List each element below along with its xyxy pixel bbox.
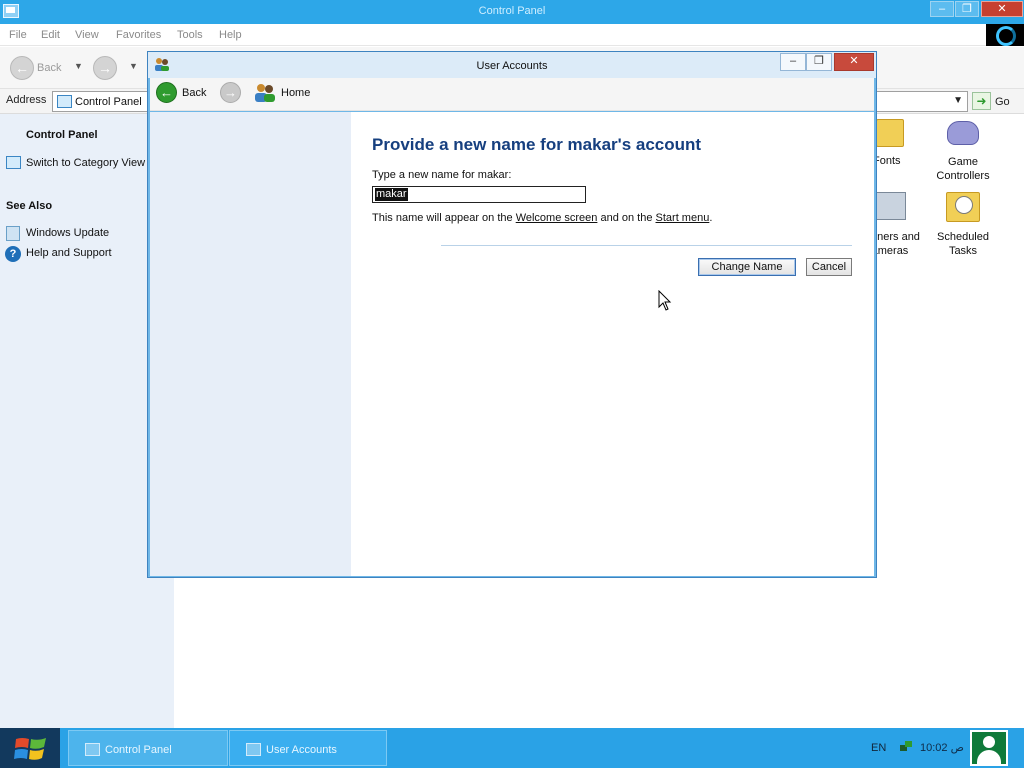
windows-update-icon: [6, 226, 20, 241]
user-accounts-title: User Accounts: [476, 60, 548, 72]
game-controllers-item-label[interactable]: Game Controllers: [928, 155, 998, 183]
home-button-label[interactable]: Home: [281, 87, 310, 99]
taskbar: Control Panel User Accounts EN 10:02 ص: [0, 728, 1024, 768]
close-button[interactable]: ✕: [981, 1, 1023, 17]
user-accounts-side-pane: [150, 112, 351, 576]
note-text: This name will appear on the: [372, 212, 516, 224]
windows-logo-icon: [14, 738, 46, 760]
network-icon[interactable]: [899, 739, 913, 753]
user-accounts-icon: [246, 743, 261, 756]
control-panel-icon: [6, 156, 21, 169]
name-usage-note: This name will appear on the Welcome scr…: [372, 212, 712, 224]
windows-update-link[interactable]: Windows Update: [26, 227, 109, 239]
control-panel-title: Control Panel: [478, 5, 546, 17]
fonts-item-label[interactable]: Fonts: [873, 155, 901, 167]
taskbar-item-label: Control Panel: [105, 744, 172, 756]
control-panel-icon: [85, 743, 100, 756]
see-also-title: See Also: [6, 200, 53, 212]
taskbar-control-panel[interactable]: Control Panel: [68, 730, 228, 766]
help-and-support-link[interactable]: Help and Support: [26, 247, 112, 259]
menu-bar: File Edit View Favorites Tools Help: [0, 24, 1024, 46]
page-title: Provide a new name for makar's account: [372, 135, 702, 154]
note-text: and on the: [597, 212, 656, 224]
control-panel-titlebar[interactable]: Control Panel – ❐ ✕: [0, 0, 1024, 24]
change-name-button[interactable]: Change Name: [698, 258, 796, 276]
chevron-down-icon[interactable]: ▼: [74, 61, 83, 71]
back-arrow-icon[interactable]: ←: [156, 82, 177, 103]
scheduled-tasks-icon[interactable]: [946, 192, 980, 222]
new-name-input[interactable]: [372, 186, 586, 203]
user-accounts-content: Provide a new name for makar's account T…: [351, 112, 874, 576]
close-button[interactable]: ✕: [834, 53, 874, 71]
minimize-button[interactable]: –: [780, 53, 806, 71]
help-icon: ?: [5, 246, 21, 262]
menu-file[interactable]: File: [9, 29, 27, 41]
start-menu-link[interactable]: Start menu: [656, 212, 710, 224]
go-arrow-icon[interactable]: ➜: [972, 92, 991, 110]
taskbar-user-accounts[interactable]: User Accounts: [229, 730, 387, 766]
language-indicator[interactable]: EN: [871, 742, 886, 754]
clock[interactable]: 10:02 ص: [920, 741, 964, 754]
forward-arrow-icon[interactable]: →: [220, 82, 241, 103]
menu-edit[interactable]: Edit: [41, 29, 60, 41]
mouse-cursor-icon: [658, 290, 672, 311]
switch-to-category-view-link[interactable]: Switch to Category View: [26, 157, 145, 169]
address-label: Address: [6, 94, 47, 106]
new-name-prompt: Type a new name for makar:: [372, 169, 512, 181]
scheduled-tasks-item-label[interactable]: Scheduled Tasks: [928, 230, 998, 258]
menu-help[interactable]: Help: [219, 29, 242, 41]
menu-view[interactable]: View: [75, 29, 99, 41]
user-avatar[interactable]: [970, 730, 1008, 766]
game-controller-icon[interactable]: [947, 121, 979, 145]
back-arrow-icon[interactable]: ←: [10, 56, 34, 80]
chevron-down-icon[interactable]: ▼: [953, 95, 963, 106]
home-users-icon[interactable]: [254, 82, 276, 103]
user-accounts-navbar: ← Back → Home: [150, 78, 874, 111]
user-accounts-titlebar[interactable]: User Accounts – ❐ ✕: [148, 52, 876, 78]
note-text: .: [709, 212, 713, 224]
minimize-button[interactable]: –: [930, 1, 954, 17]
address-value: Control Panel: [75, 96, 142, 108]
divider: [441, 245, 852, 246]
task-pane-title: Control Panel: [26, 129, 98, 141]
throbber-logo-icon: [986, 24, 1024, 46]
start-button[interactable]: [0, 728, 60, 768]
fonts-folder-icon[interactable]: [876, 119, 904, 147]
cancel-button[interactable]: Cancel: [806, 258, 852, 276]
taskbar-item-label: User Accounts: [266, 744, 337, 756]
chevron-down-icon[interactable]: ▼: [129, 61, 138, 71]
menu-tools[interactable]: Tools: [177, 29, 203, 41]
scanners-cameras-item-label[interactable]: Scanners and Cameras: [874, 230, 926, 258]
control-panel-icon: [57, 95, 72, 108]
back-label[interactable]: Back: [37, 62, 61, 74]
forward-arrow-icon[interactable]: →: [93, 56, 117, 80]
back-button-label[interactable]: Back: [182, 87, 206, 99]
user-accounts-window: User Accounts – ❐ ✕ ← Back → Home Provid…: [147, 51, 877, 578]
welcome-screen-link[interactable]: Welcome screen: [516, 212, 598, 224]
maximize-button[interactable]: ❐: [806, 53, 832, 71]
scanner-camera-icon[interactable]: [876, 192, 906, 220]
maximize-button[interactable]: ❐: [955, 1, 979, 17]
go-button[interactable]: Go: [995, 96, 1010, 108]
menu-favorites[interactable]: Favorites: [116, 29, 161, 41]
